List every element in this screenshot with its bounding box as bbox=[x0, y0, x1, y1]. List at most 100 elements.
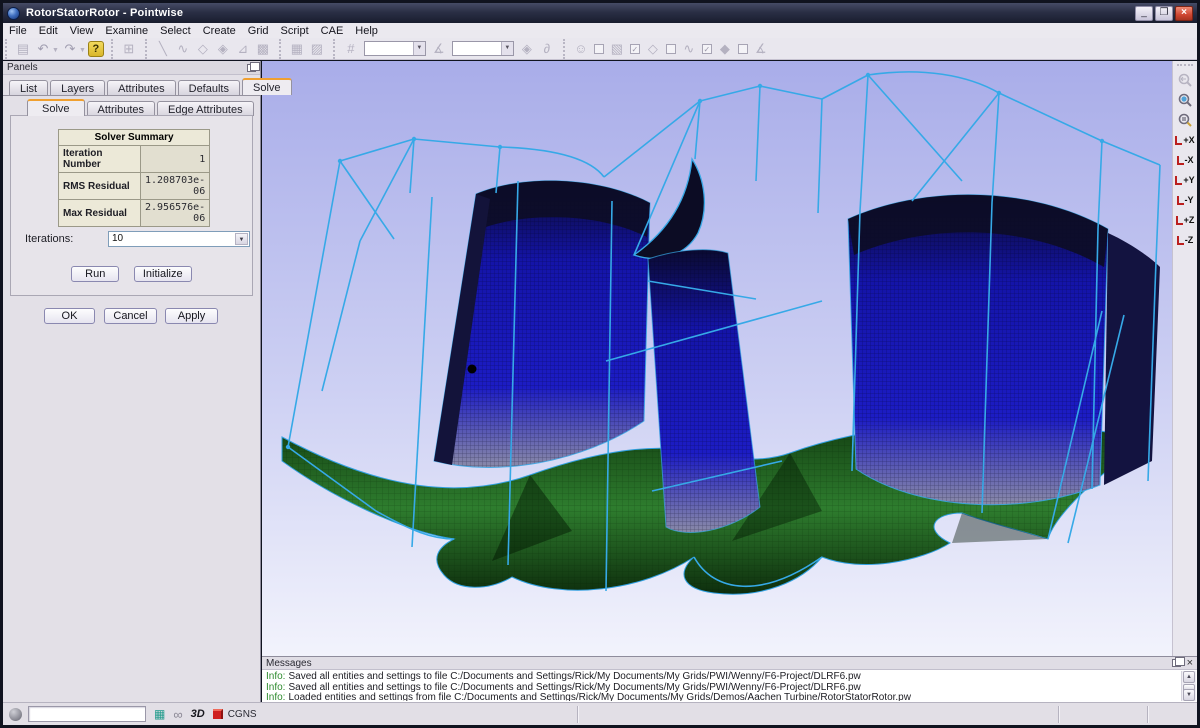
connector-mask-icon[interactable]: ∿ bbox=[680, 40, 698, 58]
menu-view[interactable]: View bbox=[64, 24, 100, 38]
zoom-equal-icon[interactable] bbox=[1175, 110, 1196, 130]
panels-sidebar: Panels List Layers Attributes Defaults S… bbox=[3, 61, 261, 702]
axis-icon bbox=[1176, 216, 1183, 225]
summary-row-value: 2.956576e-06 bbox=[141, 200, 210, 227]
view-minus-x-button[interactable]: -X bbox=[1175, 150, 1196, 170]
spacing-angle-icon[interactable]: ∡ bbox=[430, 40, 448, 58]
menu-examine[interactable]: Examine bbox=[99, 24, 154, 38]
mask-block-checkbox[interactable] bbox=[594, 44, 604, 54]
domain-checkbox[interactable] bbox=[666, 44, 676, 54]
curve-icon[interactable]: ∿ bbox=[174, 40, 192, 58]
domain-icon[interactable]: ◇ bbox=[194, 40, 212, 58]
menu-select[interactable]: Select bbox=[154, 24, 197, 38]
save-icon[interactable]: ▤ bbox=[14, 40, 32, 58]
tab-list[interactable]: List bbox=[9, 80, 48, 95]
close-button[interactable]: × bbox=[1175, 6, 1193, 21]
spacing-combo-arrow-icon[interactable]: ▼ bbox=[501, 42, 513, 55]
run-button[interactable]: Run bbox=[71, 266, 119, 282]
point-marker[interactable] bbox=[468, 365, 477, 374]
view-plus-y-button[interactable]: +Y bbox=[1175, 170, 1196, 190]
tab-solve-attributes[interactable]: Attributes bbox=[87, 101, 155, 116]
messages-title: Messages bbox=[266, 658, 312, 669]
panels-title: Panels bbox=[7, 62, 38, 73]
segment-icon[interactable]: ╲ bbox=[154, 40, 172, 58]
view-plus-x-button[interactable]: +X bbox=[1175, 130, 1196, 150]
block-icon[interactable]: ▩ bbox=[254, 40, 272, 58]
cancel-button[interactable]: Cancel bbox=[104, 308, 157, 324]
layer-add-icon[interactable]: ⊞ bbox=[120, 40, 138, 58]
status-separator bbox=[577, 706, 578, 723]
domain-mask-icon[interactable]: ◇ bbox=[644, 40, 662, 58]
restore-button[interactable]: ❐ bbox=[1155, 6, 1173, 21]
domain-mesh-icon[interactable]: ◈ bbox=[214, 40, 232, 58]
zoom-previous-icon[interactable] bbox=[1175, 70, 1196, 90]
scroll-up-icon[interactable]: ▲ bbox=[1183, 671, 1195, 683]
iterations-combo-arrow-icon[interactable]: ▼ bbox=[235, 233, 248, 245]
tab-divider bbox=[3, 95, 260, 96]
menu-file[interactable]: File bbox=[3, 24, 33, 38]
iterations-combo[interactable]: 10 ▼ bbox=[108, 231, 250, 247]
summary-row-label: Max Residual bbox=[59, 200, 141, 227]
undo-icon[interactable]: ↶ bbox=[34, 40, 52, 58]
dimension-combo[interactable]: ▼ bbox=[364, 41, 426, 56]
point-checkbox[interactable] bbox=[738, 44, 748, 54]
ok-button[interactable]: OK bbox=[44, 308, 95, 324]
solve-domain-icon[interactable]: ◈ bbox=[518, 40, 536, 58]
unstructured-grid-icon[interactable]: ▨ bbox=[308, 40, 326, 58]
point-mask-icon[interactable]: ∡ bbox=[752, 40, 770, 58]
message-entry: Info:Loaded entities and settings from f… bbox=[266, 693, 1177, 701]
redo-dropdown-icon[interactable]: ▼ bbox=[79, 47, 86, 54]
menu-help[interactable]: Help bbox=[349, 24, 384, 38]
view-toolbar-handle[interactable] bbox=[1177, 64, 1193, 68]
titlebar[interactable]: RotorStatorRotor - Pointwise _ ❐ × bbox=[3, 3, 1197, 23]
tab-solve[interactable]: Solve bbox=[242, 78, 292, 95]
status-separator bbox=[1147, 706, 1148, 723]
scroll-down-icon[interactable]: ▼ bbox=[1183, 689, 1195, 701]
messages-float-icon[interactable] bbox=[1172, 659, 1181, 667]
summary-row-label: Iteration Number bbox=[59, 146, 141, 173]
dimension-combo-arrow-icon[interactable]: ▼ bbox=[413, 42, 425, 55]
undo-dropdown-icon[interactable]: ▼ bbox=[52, 47, 59, 54]
connector-checkbox-checked[interactable]: ✓ bbox=[702, 44, 712, 54]
tab-layers[interactable]: Layers bbox=[50, 80, 105, 95]
menu-create[interactable]: Create bbox=[197, 24, 242, 38]
tab-defaults[interactable]: Defaults bbox=[178, 80, 240, 95]
trim-icon[interactable]: ⊿ bbox=[234, 40, 252, 58]
spacing-combo[interactable]: ▼ bbox=[452, 41, 514, 56]
initialize-button[interactable]: Initialize bbox=[134, 266, 192, 282]
tab-solve-solve[interactable]: Solve bbox=[27, 99, 85, 116]
mask-icon[interactable]: ☺ bbox=[572, 40, 590, 58]
database-mask-icon[interactable]: ◆ bbox=[716, 40, 734, 58]
status-input-field[interactable] bbox=[28, 706, 146, 722]
dimension-count-icon[interactable]: # bbox=[342, 40, 360, 58]
panels-float-icon[interactable] bbox=[247, 64, 256, 72]
view-minus-z-button[interactable]: -Z bbox=[1175, 230, 1196, 250]
partial-derivative-icon[interactable]: ∂ bbox=[538, 40, 556, 58]
toolbar-group-layer: ⊞ bbox=[111, 39, 143, 59]
structured-grid-icon[interactable]: ▦ bbox=[288, 40, 306, 58]
menu-grid[interactable]: Grid bbox=[242, 24, 275, 38]
zoom-fit-icon[interactable] bbox=[1175, 90, 1196, 110]
messages-scrollbar[interactable]: ▲ ▼ bbox=[1181, 671, 1196, 701]
menu-cae[interactable]: CAE bbox=[315, 24, 350, 38]
viewport[interactable] bbox=[262, 61, 1172, 656]
redo-icon[interactable]: ↷ bbox=[61, 40, 79, 58]
status-link-icon: ∞ bbox=[173, 707, 182, 722]
block-mask-icon[interactable]: ▧ bbox=[608, 40, 626, 58]
messages-close-icon[interactable]: × bbox=[1187, 658, 1193, 668]
view-plus-z-button[interactable]: +Z bbox=[1175, 210, 1196, 230]
summary-row-label: RMS Residual bbox=[59, 173, 141, 200]
menu-edit[interactable]: Edit bbox=[33, 24, 64, 38]
menu-script[interactable]: Script bbox=[275, 24, 315, 38]
view-minus-y-button[interactable]: -Y bbox=[1175, 190, 1196, 210]
3d-scene[interactable] bbox=[262, 61, 1172, 656]
help-icon[interactable]: ? bbox=[88, 41, 104, 57]
status-3d-label: 3D bbox=[191, 708, 205, 720]
tab-attributes[interactable]: Attributes bbox=[107, 80, 175, 95]
block-checkbox-checked[interactable]: ✓ bbox=[630, 44, 640, 54]
tab-solve-edge-attributes[interactable]: Edge Attributes bbox=[157, 101, 254, 116]
toolbar-group-create: ╲ ∿ ◇ ◈ ⊿ ▩ bbox=[145, 39, 277, 59]
minimize-button[interactable]: _ bbox=[1135, 6, 1153, 21]
apply-button[interactable]: Apply bbox=[165, 308, 218, 324]
solve-panel: Solver Summary Iteration Number 1 RMS Re… bbox=[10, 115, 253, 296]
